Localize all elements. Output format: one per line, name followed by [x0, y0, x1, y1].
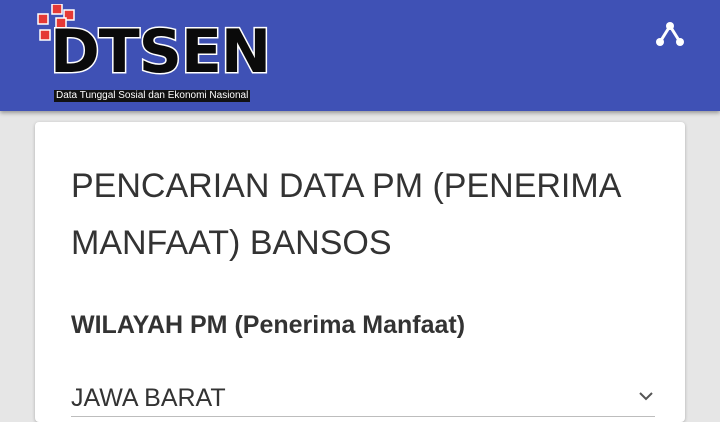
- share-button[interactable]: [652, 16, 688, 52]
- logo-tagline: Data Tunggal Sosial dan Ekonomi Nasional: [54, 90, 251, 102]
- app-header: DTSEN Data Tunggal Sosial dan Ekonomi Na…: [0, 0, 720, 111]
- province-select[interactable]: JAWA BARAT: [71, 372, 655, 417]
- chevron-down-icon: [639, 392, 653, 401]
- province-select-value: JAWA BARAT: [71, 384, 226, 412]
- page-title: PENCARIAN DATA PM (PENERIMA MANFAAT) BAN…: [71, 167, 620, 262]
- search-card: PENCARIAN DATA PM (PENERIMA MANFAAT) BAN…: [35, 122, 685, 422]
- share-network-icon: [656, 22, 684, 46]
- region-label: WILAYAH PM (Penerima Manfaat): [71, 311, 466, 339]
- logo-wordmark: DTSEN: [48, 17, 272, 87]
- dtsen-logo: DTSEN Data Tunggal Sosial dan Ekonomi Na…: [34, 4, 276, 104]
